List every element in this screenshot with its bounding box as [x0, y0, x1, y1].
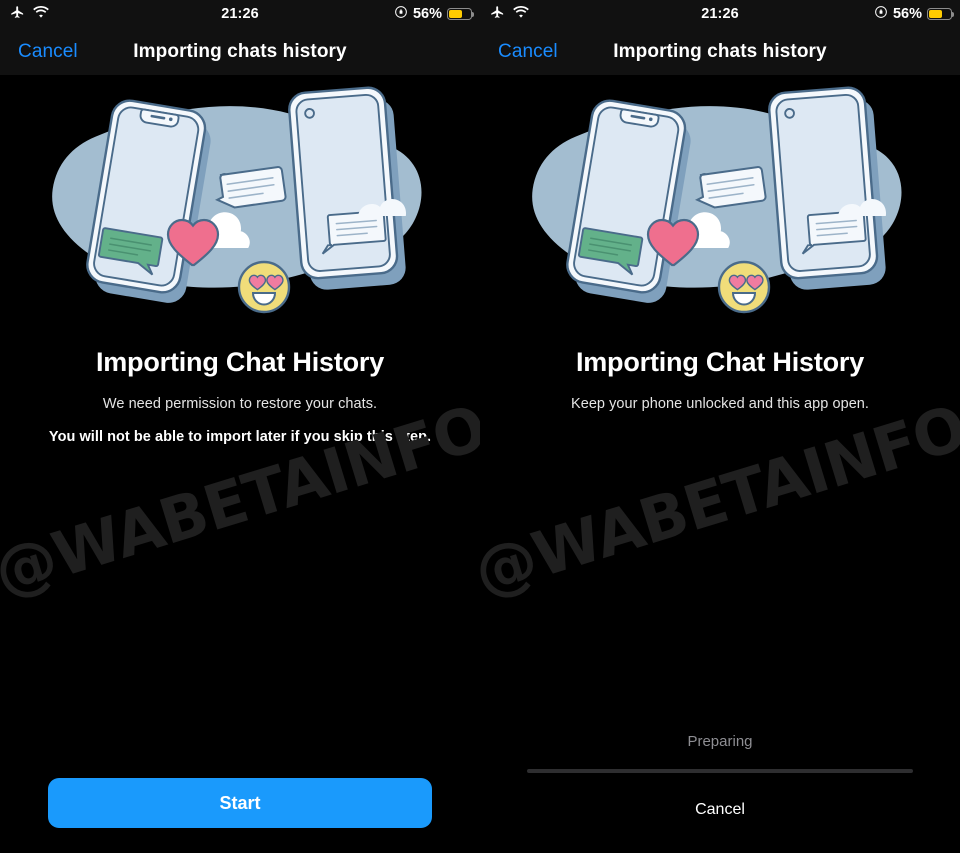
- screen-content: @WABETAINFO: [0, 80, 480, 853]
- battery-percentage: 56%: [412, 6, 442, 22]
- nav-title: Importing chats history: [133, 40, 347, 62]
- watermark: @WABETAINFO: [0, 390, 480, 610]
- screen-content: @WABETAINFO: [480, 80, 960, 853]
- rotation-lock-icon: [394, 5, 408, 23]
- navigation-bar: Cancel Importing chats history: [480, 28, 960, 75]
- page-subtitle: Keep your phone unlocked and this app op…: [570, 396, 870, 412]
- nav-title: Importing chats history: [613, 40, 827, 62]
- navigation-bar: Cancel Importing chats history: [0, 28, 480, 75]
- screen-permission: 21:26 56% Cancel Importing chats history…: [0, 0, 480, 853]
- battery-icon: [447, 7, 475, 21]
- page-title: Importing Chat History: [575, 347, 865, 377]
- page-title: Importing Chat History: [95, 347, 385, 377]
- progress-status-label: Preparing: [687, 733, 753, 750]
- page-warning: You will not be able to import later if …: [48, 429, 432, 445]
- watermark: @WABETAINFO: [480, 390, 960, 610]
- dual-screenshot-container: 21:26 56% Cancel Importing chats history…: [0, 0, 960, 853]
- cancel-import-button[interactable]: Cancel: [480, 795, 960, 825]
- screen-progress: 21:26 56% Cancel Importing chats history…: [480, 0, 960, 853]
- battery-icon: [927, 7, 955, 21]
- rotation-lock-icon: [874, 5, 888, 23]
- status-bar: 21:26 56%: [0, 0, 480, 28]
- battery-percentage: 56%: [892, 6, 922, 22]
- status-bar-right: 56%: [874, 5, 955, 23]
- progress-bar: [527, 769, 913, 773]
- start-button[interactable]: Start: [48, 778, 432, 828]
- status-bar-right: 56%: [394, 5, 475, 23]
- chat-transfer-illustration: [480, 80, 960, 330]
- status-bar: 21:26 56%: [480, 0, 960, 28]
- chat-transfer-illustration: [0, 80, 480, 330]
- page-subtitle: We need permission to restore your chats…: [102, 396, 378, 412]
